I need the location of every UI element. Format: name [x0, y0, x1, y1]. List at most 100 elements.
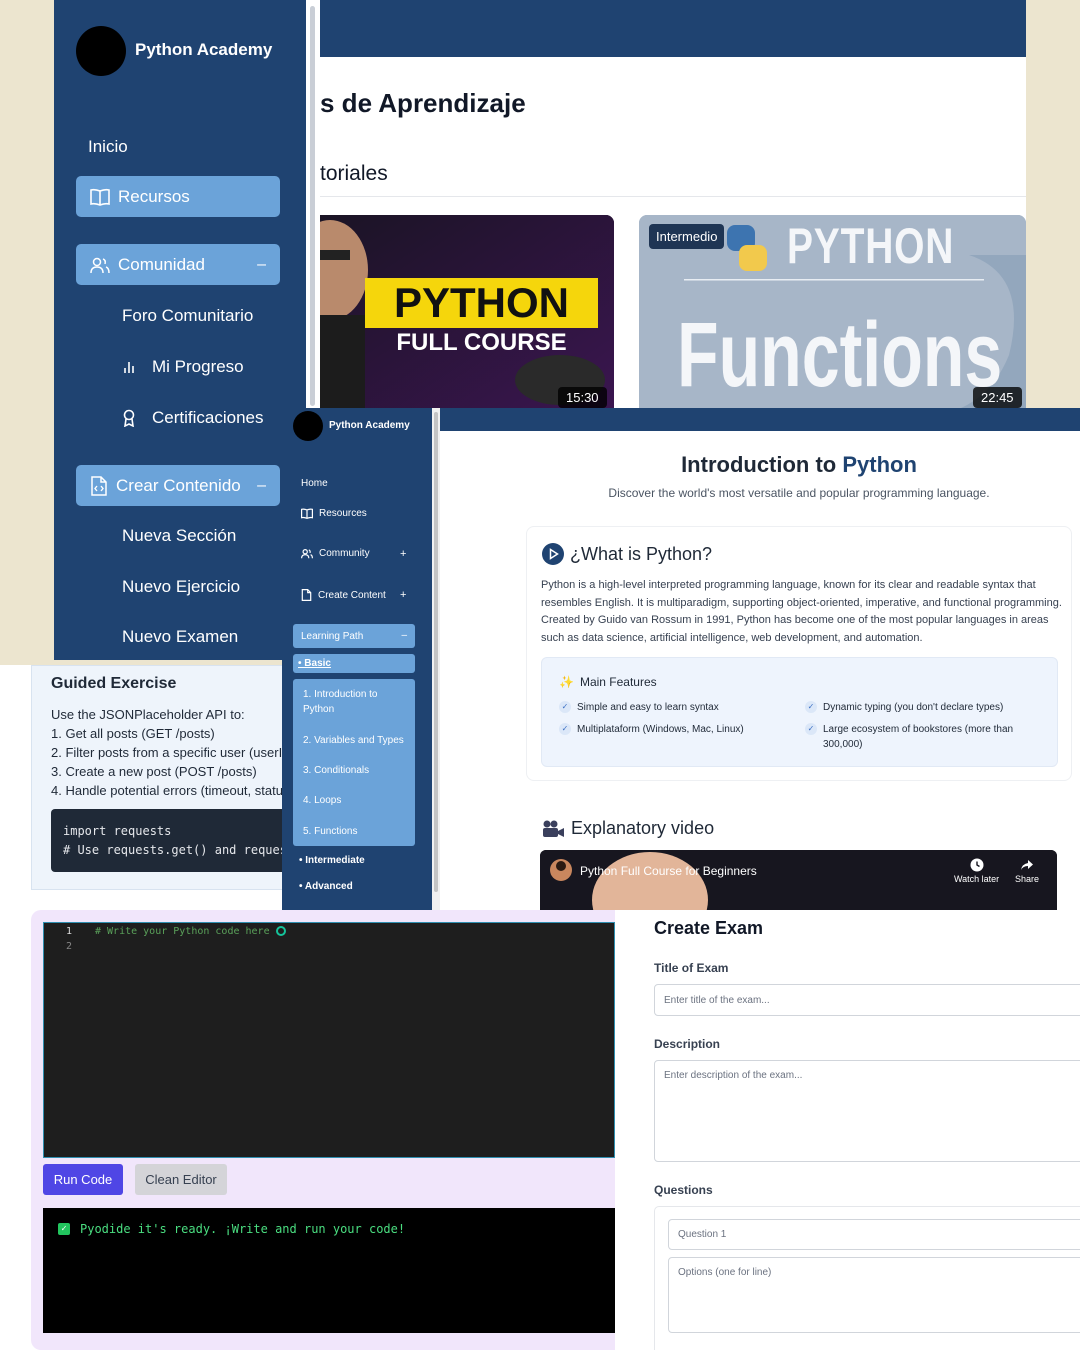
sidebar-item-progreso[interactable]: Mi Progreso — [122, 357, 244, 377]
exercise-line: 3. Create a new post (POST /posts) — [51, 764, 257, 779]
basic-lessons-list: 1. Introduction to Python 2. Variables a… — [293, 679, 415, 846]
logo-icon — [76, 26, 126, 76]
lesson-link[interactable]: 1. Introduction to Python — [303, 687, 411, 717]
code-line: import requests — [63, 824, 172, 838]
lesson-link[interactable]: 2. Variables and Types — [303, 733, 411, 748]
file-code-icon — [301, 589, 312, 601]
divider — [320, 196, 1026, 197]
check-icon: ✓ — [559, 701, 571, 713]
section-heading-text: ¿What is Python? — [570, 543, 713, 564]
thumbnail-headline: PYTHON — [787, 218, 955, 274]
expand-toggle[interactable]: + — [400, 548, 406, 560]
clean-editor-button[interactable]: Clean Editor — [135, 1164, 227, 1195]
collapse-toggle[interactable]: – — [401, 630, 407, 641]
sidebar-es: Python Academy Inicio Recursos Comunidad… — [54, 0, 306, 660]
video-section-heading-text: Explanatory video — [571, 818, 715, 838]
sidebar-item-crear-contenido[interactable]: Crear Contenido – — [76, 465, 280, 506]
exercise-line: 1. Get all posts (GET /posts) — [51, 726, 215, 741]
lesson-link[interactable]: 4. Loops — [303, 793, 411, 808]
sidebar-item-label: Resources — [319, 508, 367, 519]
sidebar-item-basic[interactable]: • Basic — [293, 654, 415, 673]
check-icon: ✓ — [805, 701, 817, 713]
sidebar-item-certificaciones[interactable]: Certificaciones — [122, 408, 264, 428]
feature-item: ✓ Large ecosystem of bookstores (more tha… — [805, 722, 1045, 752]
sidebar-item-label: Recursos — [118, 186, 190, 206]
page-subtitle: Discover the world's most versatile and … — [608, 486, 990, 500]
watch-later-button[interactable]: Watch later — [954, 858, 999, 884]
page-title: Introduction to Python — [440, 452, 1080, 478]
thumbnail-subheadline: Functions — [677, 304, 1003, 406]
users-icon — [301, 549, 313, 559]
video-card-functions[interactable]: Intermedio PYTHON Functions 22:45 — [639, 215, 1026, 410]
sidebar-item-nueva-seccion[interactable]: Nueva Sección — [122, 526, 236, 546]
create-exam-form: Create Exam Title of Exam Description Qu… — [615, 910, 1080, 1350]
lesson-link[interactable]: 5. Functions — [303, 824, 411, 839]
level-badge: Intermedio — [649, 224, 725, 249]
sidebar-item-inicio[interactable]: Inicio — [88, 137, 128, 157]
sidebar-item-recursos[interactable]: Recursos — [76, 176, 280, 217]
sidebar-item-nuevo-examen[interactable]: Nuevo Examen — [122, 627, 238, 647]
share-label: Share — [1015, 874, 1040, 884]
sidebar-item-comunidad[interactable]: Comunidad – — [76, 244, 280, 285]
scrollbar[interactable] — [432, 408, 440, 910]
sidebar-item-intermediate[interactable]: • Intermediate — [299, 855, 365, 866]
lesson-page-en: Introduction to Python Discover the worl… — [440, 408, 1080, 910]
sidebar-item-resources[interactable]: Resources — [301, 508, 367, 519]
sidebar-item-learning-path[interactable]: Learning Path – — [293, 624, 415, 648]
embedded-video[interactable]: Python Full Course for Beginners Watch l… — [540, 850, 1057, 910]
sidebar-item-label: Community — [319, 548, 370, 559]
share-button[interactable]: Share — [1015, 858, 1039, 884]
feature-text: Dynamic typing (you don't declare types) — [823, 702, 1004, 713]
collapse-toggle[interactable]: – — [257, 477, 266, 495]
sidebar-item-label: Comunidad — [118, 254, 205, 274]
grammarly-icon — [275, 926, 286, 936]
output-console: ✓ Pyodide it's ready. ¡Write and run you… — [43, 1208, 615, 1333]
code-line-text: # Write your Python code here — [95, 926, 270, 937]
thumbnail-headline: PYTHON — [393, 279, 569, 326]
questions-label: Questions — [654, 1183, 713, 1197]
options-input[interactable] — [668, 1257, 1080, 1333]
sidebar-item-nuevo-ejercicio[interactable]: Nuevo Ejercicio — [122, 577, 240, 597]
sidebar-item-label: Certificaciones — [152, 408, 264, 427]
sidebar-item-advanced[interactable]: • Advanced — [299, 881, 353, 892]
feature-item: ✓ Multiplataform (Windows, Mac, Linux) — [559, 722, 789, 737]
scrollbar[interactable] — [306, 0, 320, 410]
sidebar-item-label: Mi Progreso — [152, 357, 244, 376]
watch-later-label: Watch later — [954, 874, 1000, 884]
question-input[interactable] — [668, 1219, 1080, 1250]
video-title[interactable]: Python Full Course for Beginners — [580, 864, 757, 878]
what-is-python-card: ¿What is Python? Python is a high-level … — [526, 526, 1072, 781]
sidebar-item-home[interactable]: Home — [301, 478, 328, 489]
question-block — [654, 1206, 1080, 1350]
resources-page-es: s de Aprendizaje toriales PYTHON FULL CO… — [310, 0, 1026, 410]
sidebar-item-label: Learning Path — [301, 631, 364, 642]
exam-title-input[interactable] — [654, 984, 1080, 1016]
expand-toggle[interactable]: + — [400, 589, 406, 601]
feature-item: ✓ Dynamic typing (you don't declare types… — [805, 700, 1045, 715]
lesson-link[interactable]: 3. Conditionals — [303, 763, 411, 778]
sidebar-item-community[interactable]: Community — [301, 548, 370, 559]
description-input[interactable] — [654, 1060, 1080, 1162]
section-heading: ¿What is Python? — [542, 543, 712, 565]
sidebar-item-foro[interactable]: Foro Comunitario — [122, 306, 253, 326]
users-icon — [90, 257, 110, 273]
code-editor[interactable]: 1 2 # Write your Python code here — [43, 922, 615, 1158]
section-body: Python is a high-level interpreted progr… — [541, 579, 1062, 644]
code-line[interactable]: # Write your Python code here — [95, 926, 286, 937]
code-line: # Use requests.get() and request — [63, 843, 286, 857]
console-message-text: Pyodide it's ready. ¡Write and run your … — [80, 1222, 406, 1236]
form-title: Create Exam — [654, 918, 764, 938]
scrollbar-thumb[interactable] — [434, 412, 438, 892]
exercise-title: Guided Exercise — [51, 675, 177, 692]
exercise-line: 2. Filter posts from a specific user (us… — [51, 745, 286, 760]
video-card-full-course[interactable]: PYTHON FULL COURSE 15:30 — [310, 215, 614, 410]
run-code-button[interactable]: Run Code — [43, 1164, 123, 1195]
video-section-heading: Explanatory video — [541, 818, 714, 839]
scrollbar-thumb[interactable] — [310, 6, 315, 406]
file-code-icon — [91, 475, 107, 496]
check-icon: ✓ — [58, 1223, 70, 1235]
video-duration: 15:30 — [558, 387, 607, 408]
feature-text: Simple and easy to learn syntax — [577, 702, 719, 713]
collapse-toggle[interactable]: – — [257, 256, 266, 274]
sidebar-item-create-content[interactable]: Create Content — [301, 589, 386, 601]
